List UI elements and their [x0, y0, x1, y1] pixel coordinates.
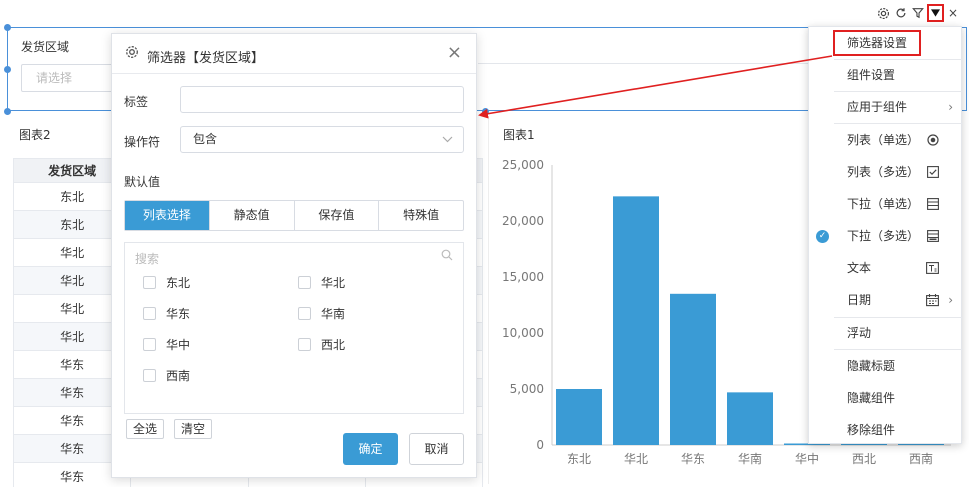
annotation-arrow — [478, 55, 833, 119]
arrow-line — [478, 55, 833, 119]
